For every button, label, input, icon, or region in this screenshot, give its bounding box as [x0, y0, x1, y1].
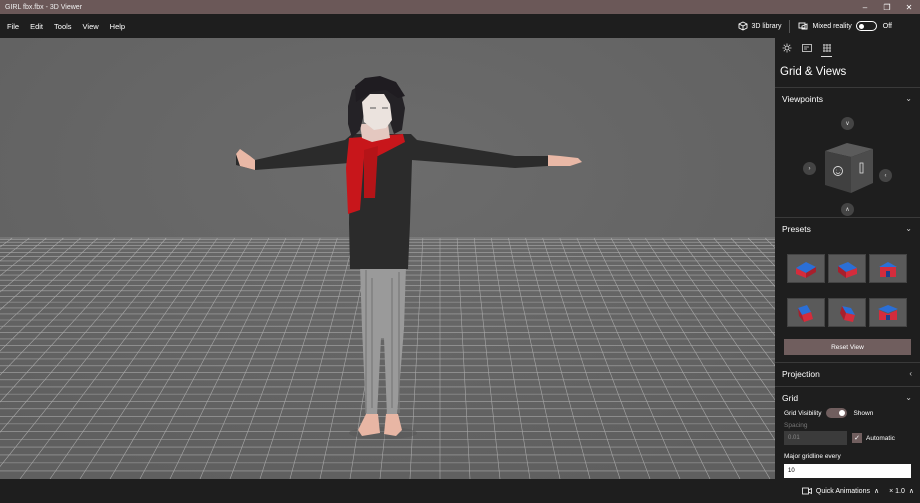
- rotate-left-button[interactable]: ›: [803, 162, 816, 175]
- 3d-viewport[interactable]: [0, 38, 775, 479]
- menu-edit[interactable]: Edit: [24, 22, 48, 31]
- chevron-left-icon: ‹: [909, 369, 912, 378]
- grid-visibility-label: Grid Visibility: [784, 409, 822, 417]
- quick-animations-button[interactable]: Quick Animations: [816, 488, 870, 495]
- preset-view-2[interactable]: [828, 254, 866, 283]
- scene-canvas: [0, 38, 775, 479]
- 3d-library-button[interactable]: 3D library: [738, 21, 782, 31]
- cube-icon: [738, 21, 747, 31]
- house-icon: [798, 304, 813, 322]
- view-cube[interactable]: [821, 139, 877, 195]
- checkmark-icon: ✓: [854, 435, 860, 442]
- grid-header[interactable]: Grid ⌄: [775, 386, 920, 408]
- projection-label: Projection: [782, 368, 820, 379]
- toolbar-divider: [789, 19, 791, 33]
- grid-icon: [822, 44, 831, 52]
- panel-tabs: [775, 38, 920, 58]
- house-icon: [796, 261, 816, 278]
- preset-view-5[interactable]: [828, 298, 866, 327]
- house-icon: [840, 305, 855, 322]
- mixed-reality-icon: [799, 22, 808, 30]
- rotate-up-button[interactable]: ∨: [841, 117, 854, 130]
- automatic-label: Automatic: [866, 434, 895, 442]
- chevron-right-icon: ›: [808, 165, 811, 172]
- preset-view-4[interactable]: [787, 298, 825, 327]
- viewpoint-cube-area: ∨ › ‹ ∧: [775, 109, 920, 217]
- side-panel: Grid & Views Viewpoints ⌄ ∨ › ‹ ∧ Preset…: [775, 38, 920, 479]
- major-gridline-input[interactable]: 10: [784, 464, 911, 478]
- mixed-reality-label: Mixed reality: [812, 22, 852, 30]
- menu-file[interactable]: File: [0, 22, 24, 31]
- preset-view-1[interactable]: [787, 254, 825, 283]
- menu-help[interactable]: Help: [104, 22, 130, 31]
- grid-views-tab[interactable]: [821, 42, 832, 57]
- lighting-tab[interactable]: [781, 42, 792, 54]
- stats-icon: [801, 44, 812, 52]
- status-bar: Quick Animations ∧ × 1.0 ∧: [0, 479, 920, 503]
- grid-visibility-row: Grid Visibility Shown: [775, 408, 920, 418]
- house-icon: [879, 261, 897, 277]
- projection-header[interactable]: Projection ‹: [775, 362, 920, 384]
- panel-title: Grid & Views: [780, 66, 847, 78]
- rotate-right-button[interactable]: ‹: [879, 169, 892, 182]
- chevron-up-icon[interactable]: ∧: [874, 487, 879, 495]
- house-icon: [878, 304, 898, 320]
- chevron-up-icon[interactable]: ∧: [909, 487, 914, 495]
- grid-visibility-state: Shown: [853, 409, 874, 417]
- chevron-down-icon: ⌄: [905, 94, 912, 103]
- menu-tools[interactable]: Tools: [48, 22, 77, 31]
- menu-bar: File Edit Tools View Help 3D library Mix…: [0, 14, 920, 38]
- presets-label: Presets: [782, 223, 811, 234]
- mixed-reality-toggle[interactable]: [855, 21, 877, 31]
- spacing-input[interactable]: 0.01: [784, 431, 847, 445]
- stats-tab[interactable]: [801, 42, 812, 54]
- preset-grid: [775, 239, 920, 339]
- title-bar: GIRL fbx.fbx - 3D Viewer – ❐ ✕: [0, 0, 920, 14]
- chevron-down-icon: ⌄: [905, 224, 912, 233]
- minimize-button[interactable]: –: [854, 0, 876, 14]
- presets-header[interactable]: Presets ⌄: [775, 217, 920, 239]
- chevron-down-icon: ⌄: [905, 393, 912, 402]
- close-button[interactable]: ✕: [898, 0, 920, 14]
- sun-icon: [782, 43, 791, 53]
- animation-icon: [801, 487, 812, 495]
- mixed-reality-button[interactable]: Mixed reality: [798, 21, 852, 31]
- spacing-label: Spacing: [784, 422, 808, 429]
- automatic-checkbox-row: ✓ Automatic: [852, 433, 895, 443]
- chevron-down-icon: ∨: [845, 121, 850, 127]
- rotate-down-button[interactable]: ∧: [841, 203, 854, 216]
- mixed-reality-state: Off: [882, 22, 892, 30]
- menu-view[interactable]: View: [77, 22, 104, 31]
- maximize-button[interactable]: ❐: [876, 0, 898, 14]
- animation-speed[interactable]: × 1.0: [889, 488, 905, 495]
- preset-view-3[interactable]: [869, 254, 907, 283]
- house-icon: [838, 261, 857, 278]
- automatic-checkbox[interactable]: ✓: [852, 433, 862, 443]
- preset-view-6[interactable]: [869, 298, 907, 327]
- window-title: GIRL fbx.fbx - 3D Viewer: [5, 3, 83, 11]
- 3d-library-label: 3D library: [751, 22, 782, 30]
- major-gridline-label: Major gridline every: [784, 453, 841, 460]
- grid-visibility-toggle[interactable]: [826, 408, 848, 418]
- chevron-up-icon: ∧: [845, 207, 850, 213]
- grid-label: Grid: [782, 392, 799, 403]
- chevron-left-icon: ‹: [884, 172, 887, 179]
- viewpoints-header[interactable]: Viewpoints ⌄: [775, 87, 920, 109]
- reset-view-button[interactable]: Reset View: [784, 339, 911, 355]
- viewpoints-label: Viewpoints: [782, 93, 823, 104]
